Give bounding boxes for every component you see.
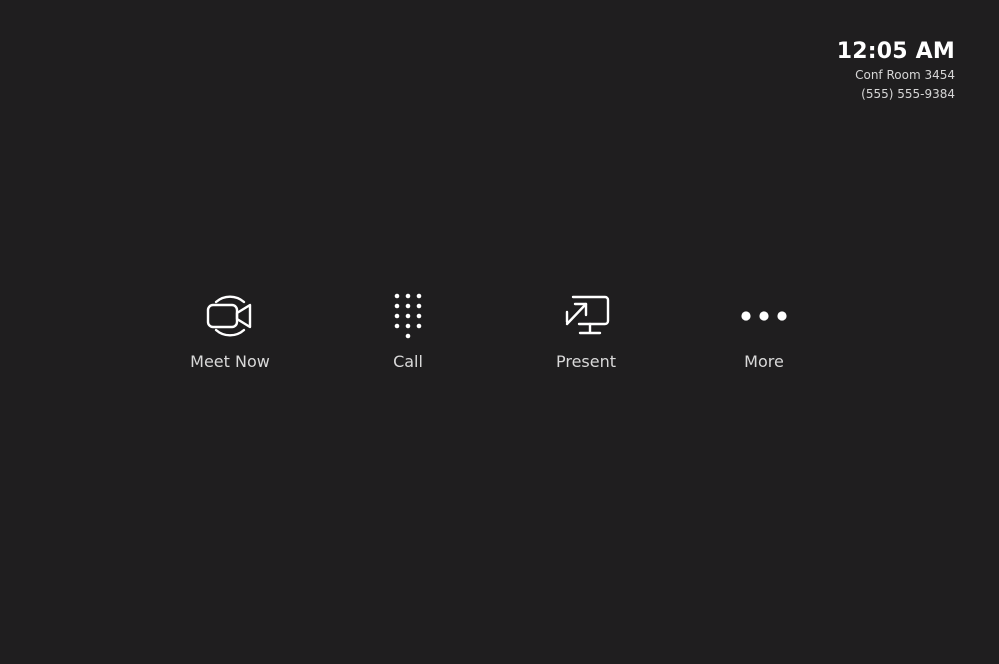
- status-area: 12:05 AM Conf Room 3454 (555) 555-9384: [837, 38, 955, 104]
- meet-now-label: Meet Now: [190, 352, 270, 371]
- more-dots-icon: [734, 288, 794, 344]
- meet-now-button[interactable]: Meet Now: [141, 288, 319, 372]
- action-bar: Meet Now Call Present More: [141, 288, 853, 372]
- more-label: More: [744, 352, 784, 371]
- room-phone-number: (555) 555-9384: [861, 87, 955, 101]
- more-button[interactable]: More: [675, 288, 853, 372]
- room-console-home: 12:05 AM Conf Room 3454 (555) 555-9384 M…: [0, 0, 999, 664]
- call-label: Call: [393, 352, 423, 371]
- call-button[interactable]: Call: [319, 288, 497, 372]
- room-name: Conf Room 3454: [855, 68, 955, 82]
- video-camera-icon: [200, 288, 260, 344]
- clock: 12:05 AM: [836, 39, 955, 64]
- share-screen-icon: [556, 288, 616, 344]
- present-button[interactable]: Present: [497, 288, 675, 372]
- present-label: Present: [555, 352, 617, 371]
- dialpad-icon: [378, 288, 438, 344]
